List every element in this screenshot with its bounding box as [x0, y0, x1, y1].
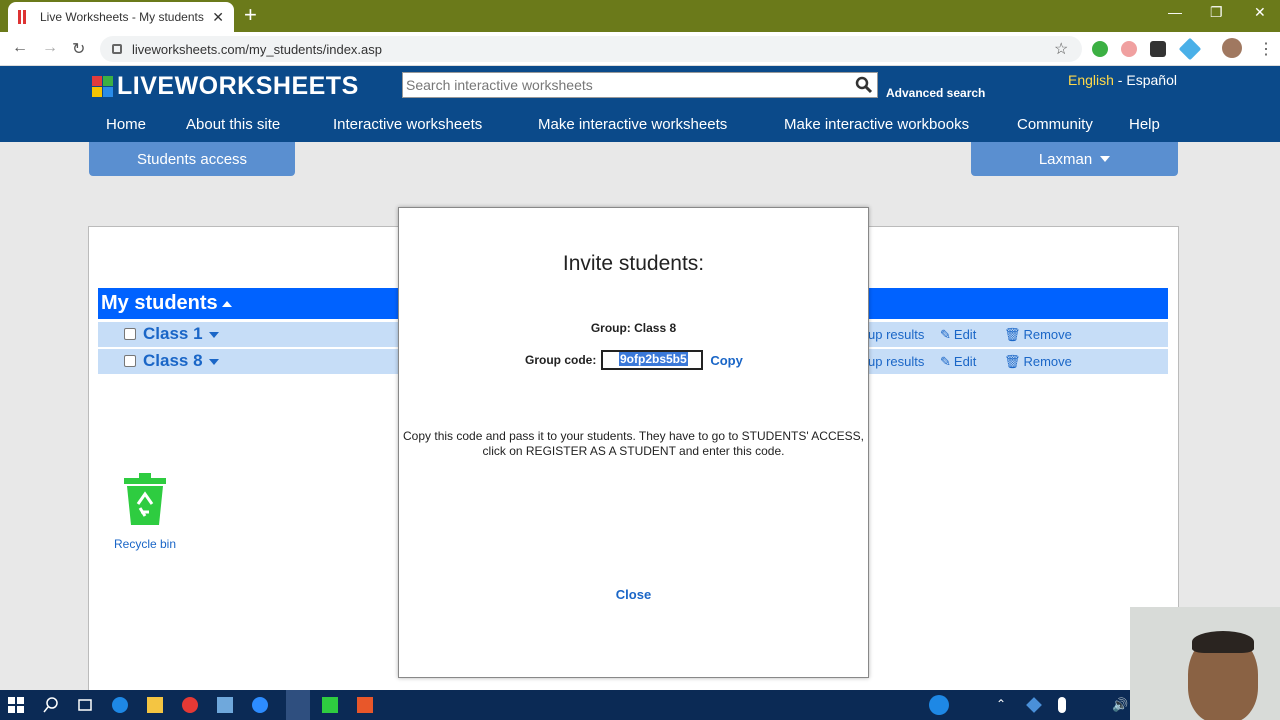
- task-view-icon[interactable]: [77, 697, 93, 713]
- app-icon[interactable]: [217, 697, 233, 713]
- camtasia-icon[interactable]: [322, 697, 338, 713]
- students-access-label: Students access: [136, 150, 248, 168]
- forward-arrow-icon[interactable]: →: [42, 39, 58, 57]
- nav-help[interactable]: Help: [1129, 116, 1160, 133]
- main-nav: Home About this site Interactive workshe…: [0, 116, 1280, 142]
- nav-make-workbooks[interactable]: Make interactive workbooks: [784, 116, 969, 133]
- extension-icon[interactable]: [1150, 41, 1166, 57]
- class-checkbox[interactable]: [124, 355, 136, 367]
- my-students-title: My students: [101, 292, 218, 314]
- extension-icon[interactable]: [1178, 37, 1202, 61]
- class-name-link[interactable]: Class 1: [143, 324, 219, 344]
- group-code-field[interactable]: 9ofp2bs5b5: [601, 350, 704, 370]
- group-code-label: Group code:: [525, 353, 597, 367]
- url-field[interactable]: liveworksheets.com/my_students/index.asp: [100, 36, 1082, 62]
- remove-link[interactable]: 🗑 Remove: [1004, 354, 1084, 369]
- file-explorer-icon[interactable]: [147, 697, 163, 713]
- search-icon[interactable]: [851, 73, 877, 97]
- dialog-title: Invite students:: [562, 252, 705, 275]
- logo-squares-icon: [92, 76, 113, 97]
- group-name-label: Group: Class 8: [590, 321, 677, 335]
- copy-code-link[interactable]: Copy: [710, 353, 743, 368]
- menu-dots-icon[interactable]: ⋮: [1258, 39, 1274, 59]
- microphone-icon[interactable]: [1058, 697, 1066, 713]
- extension-icon[interactable]: [1121, 41, 1137, 57]
- user-menu-button[interactable]: Laxman: [971, 142, 1178, 176]
- class-checkbox[interactable]: [124, 328, 136, 340]
- url-text: liveworksheets.com/my_students/index.asp: [132, 41, 383, 57]
- site-header: LIVEWORKSHEETS Advanced search English -…: [0, 66, 1280, 142]
- edit-link[interactable]: ✎ Edit: [940, 354, 988, 369]
- dropbox-icon[interactable]: [1026, 697, 1042, 713]
- restore-window-icon[interactable]: ❐: [1210, 4, 1223, 21]
- browser-tab[interactable]: Live Worksheets - My students ✕: [8, 2, 234, 32]
- volume-icon[interactable]: 🔊: [1112, 697, 1128, 713]
- presenter-hair: [1192, 631, 1254, 653]
- class-actions: up results ✎ Edit 🗑 Remove: [868, 354, 1096, 370]
- lang-separator: -: [1113, 72, 1127, 88]
- edge-browser-icon[interactable]: [112, 697, 128, 713]
- new-tab-button[interactable]: +: [244, 4, 257, 26]
- search-icon[interactable]: [43, 697, 59, 713]
- webcam-overlay: [1130, 607, 1280, 720]
- os-taskbar: ⌃ 🔊: [0, 690, 1280, 720]
- lang-spanish-link[interactable]: Español: [1126, 72, 1177, 88]
- back-arrow-icon[interactable]: ←: [12, 39, 28, 57]
- recorder-icon[interactable]: [357, 697, 373, 713]
- help-icon[interactable]: [929, 695, 949, 715]
- liveworksheets-favicon-icon: [18, 10, 28, 24]
- chrome-icon[interactable]: [182, 697, 198, 713]
- user-name: Laxman: [1038, 150, 1093, 168]
- invite-instructions: Copy this code and pass it to your stude…: [403, 429, 864, 458]
- tab-title: Live Worksheets - My students: [40, 10, 204, 24]
- language-switcher: English - Español: [1068, 72, 1177, 88]
- browser-tab-bar: Live Worksheets - My students ✕ + — ❐ ✕: [0, 0, 1280, 32]
- nav-about[interactable]: About this site: [186, 116, 280, 133]
- nav-make-worksheets[interactable]: Make interactive worksheets: [538, 116, 727, 133]
- logo-text: LIVEWORKSHEETS: [117, 72, 359, 100]
- edit-icon: ✎: [940, 327, 951, 342]
- close-dialog-link[interactable]: Close: [399, 587, 868, 602]
- recycle-bin[interactable]: Recycle bin: [112, 472, 178, 551]
- group-results-link[interactable]: up results: [868, 354, 924, 369]
- profile-avatar[interactable]: [1222, 38, 1242, 58]
- chevron-up-icon[interactable]: ⌃: [996, 697, 1012, 713]
- chevron-down-icon: [208, 331, 219, 338]
- trash-icon: 🗑: [1003, 327, 1021, 342]
- search-input[interactable]: [403, 74, 851, 96]
- shield-extension-icon[interactable]: [1092, 41, 1108, 57]
- tab-close-icon[interactable]: ✕: [212, 9, 224, 26]
- chevron-up-icon: [221, 300, 232, 307]
- invite-students-dialog: Invite students: Group: Class 8 Group co…: [398, 207, 869, 678]
- nav-interactive-worksheets[interactable]: Interactive worksheets: [333, 116, 482, 133]
- trash-icon: 🗑: [1003, 354, 1021, 369]
- search-bar: [402, 72, 878, 98]
- recycle-bin-label: Recycle bin: [113, 537, 177, 551]
- chrome-active-icon[interactable]: [286, 690, 310, 720]
- bookmark-star-icon[interactable]: ☆: [1054, 39, 1068, 59]
- class-name-link[interactable]: Class 8: [143, 351, 219, 371]
- recycle-bin-icon: [124, 473, 166, 525]
- group-code-row: Group code: 9ofp2bs5b5 Copy: [525, 350, 743, 370]
- chevron-down-icon: [208, 358, 219, 365]
- class-actions: up results ✎ Edit 🗑 Remove: [868, 327, 1096, 343]
- nav-community[interactable]: Community: [1017, 116, 1093, 133]
- lang-english-link[interactable]: English: [1068, 72, 1114, 88]
- chevron-down-icon: [1100, 156, 1111, 162]
- edit-icon: ✎: [940, 354, 951, 369]
- nav-home[interactable]: Home: [106, 116, 146, 133]
- lock-icon: [112, 44, 122, 54]
- students-access-button[interactable]: Students access: [89, 142, 295, 176]
- windows-start-icon[interactable]: [8, 697, 24, 713]
- zoom-icon[interactable]: [252, 697, 268, 713]
- close-window-icon[interactable]: ✕: [1254, 4, 1266, 21]
- remove-link[interactable]: 🗑 Remove: [1004, 327, 1084, 342]
- advanced-search-link[interactable]: Advanced search: [886, 86, 985, 100]
- group-results-link[interactable]: up results: [868, 327, 924, 342]
- site-logo[interactable]: LIVEWORKSHEETS: [92, 72, 359, 101]
- edit-link[interactable]: ✎ Edit: [940, 327, 988, 342]
- minimize-window-icon[interactable]: —: [1168, 4, 1182, 20]
- reload-icon[interactable]: ↻: [72, 39, 85, 59]
- browser-address-bar: ← → ↻ liveworksheets.com/my_students/ind…: [0, 32, 1280, 66]
